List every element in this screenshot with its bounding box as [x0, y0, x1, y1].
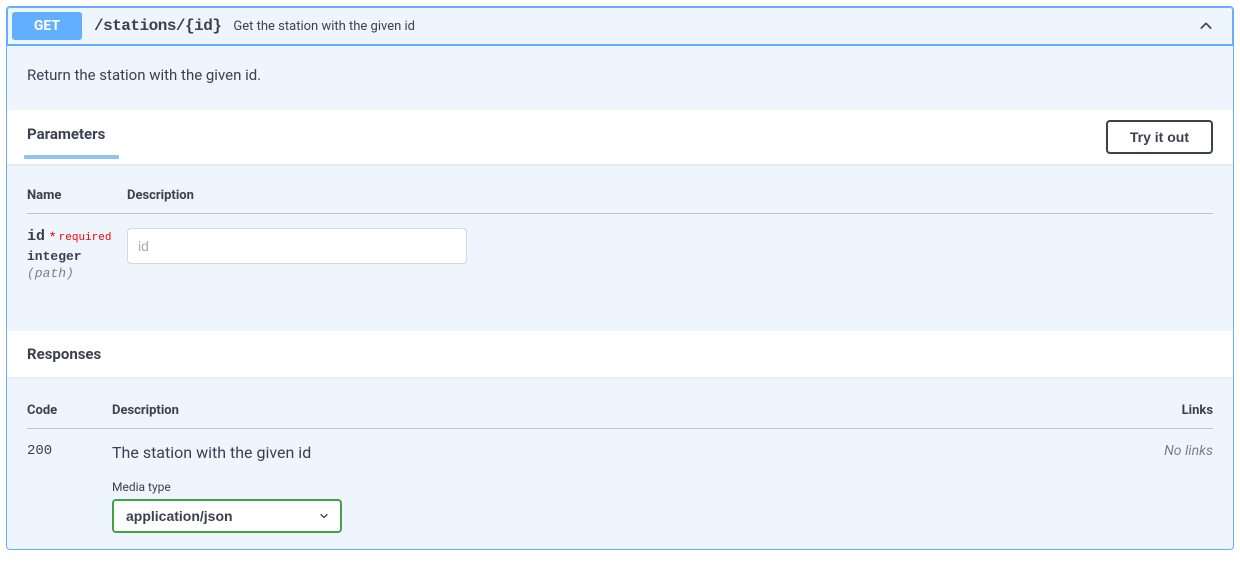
operation-path: /stations/{id}	[82, 17, 233, 35]
response-row: 200 The station with the given id Media …	[27, 429, 1213, 540]
responses-header: Responses	[7, 331, 1233, 377]
collapse-toggle[interactable]	[1184, 18, 1228, 34]
operation-summary[interactable]: GET /stations/{id} Get the station with …	[7, 7, 1233, 46]
operation-summary-text: Get the station with the given id	[233, 19, 1184, 34]
chevron-up-icon	[1198, 18, 1214, 34]
parameters-title: Parameters	[27, 125, 105, 149]
try-it-out-button[interactable]: Try it out	[1106, 120, 1213, 154]
operation-description: Return the station with the given id.	[7, 46, 1233, 110]
param-input-id[interactable]	[127, 228, 467, 264]
parameters-table: Name Description id * required integer (…	[27, 178, 1213, 287]
responses-col-code: Code	[27, 393, 112, 429]
responses-col-description: Description	[112, 393, 1128, 429]
responses-title: Responses	[27, 345, 1213, 363]
media-type-select[interactable]: application/json	[112, 499, 342, 533]
response-description: The station with the given id	[112, 443, 1128, 462]
param-required-label: required	[59, 232, 112, 244]
required-star-icon: *	[45, 229, 55, 243]
param-name: id	[27, 228, 45, 245]
parameters-header: Parameters Try it out	[7, 110, 1233, 164]
operation-block: GET /stations/{id} Get the station with …	[6, 6, 1234, 550]
response-links: No links	[1128, 429, 1213, 540]
params-col-description: Description	[127, 178, 1213, 214]
parameters-body: Name Description id * required integer (…	[7, 164, 1233, 331]
response-code: 200	[27, 429, 112, 540]
parameter-row: id * required integer (path)	[27, 214, 1213, 288]
media-type-select-wrap: application/json	[112, 499, 342, 533]
operation-body: Return the station with the given id. Pa…	[7, 46, 1233, 549]
param-type: integer	[27, 249, 127, 264]
responses-table: Code Description Links 200 The station w…	[27, 393, 1213, 539]
responses-body: Code Description Links 200 The station w…	[7, 377, 1233, 549]
media-type-label: Media type	[112, 480, 1128, 494]
http-method-badge: GET	[12, 12, 82, 40]
param-in: (path)	[27, 266, 127, 281]
responses-col-links: Links	[1128, 393, 1213, 429]
params-col-name: Name	[27, 178, 127, 214]
